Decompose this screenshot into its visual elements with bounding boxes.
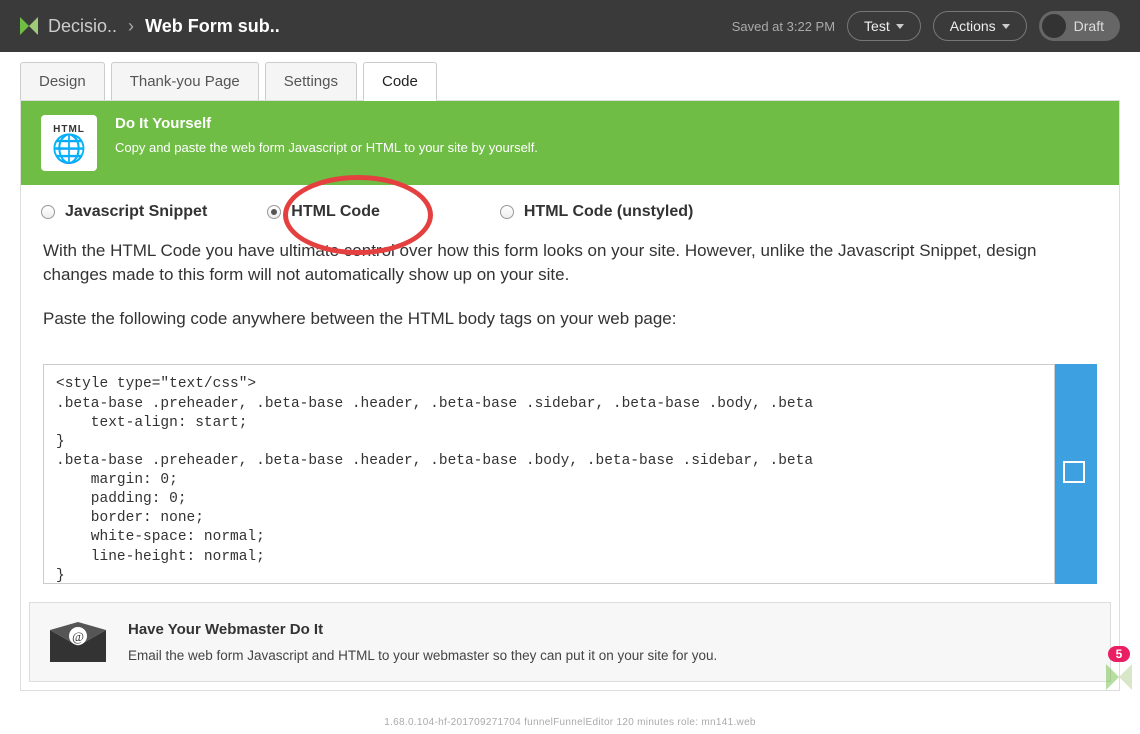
- tab-thank-you[interactable]: Thank-you Page: [111, 62, 259, 100]
- tabs: Design Thank-you Page Settings Code: [20, 62, 1120, 101]
- code-type-radios: Javascript Snippet HTML Code HTML Code (…: [21, 185, 1119, 225]
- saved-status: Saved at 3:22 PM: [732, 19, 835, 34]
- radio-javascript-snippet[interactable]: Javascript Snippet: [41, 203, 207, 221]
- actions-button[interactable]: Actions: [933, 11, 1027, 41]
- app-logo-icon: [20, 17, 38, 35]
- html-stamp-icon: HTML 🌐: [41, 115, 97, 171]
- copy-icon: [1067, 465, 1085, 483]
- chevron-down-icon: [896, 24, 904, 29]
- webmaster-panel[interactable]: @ Have Your Webmaster Do It Email the we…: [29, 602, 1111, 682]
- code-snippet-box[interactable]: <style type="text/css"> .beta-base .preh…: [43, 364, 1055, 584]
- code-area: <style type="text/css"> .beta-base .preh…: [43, 364, 1097, 584]
- breadcrumb-root[interactable]: Decisio..: [48, 16, 117, 36]
- radio-icon: [500, 205, 514, 219]
- breadcrumb-current: Web Form sub..: [145, 16, 280, 36]
- tab-design[interactable]: Design: [20, 62, 105, 100]
- tab-settings[interactable]: Settings: [265, 62, 357, 100]
- webmaster-text: Have Your Webmaster Do It Email the web …: [128, 621, 717, 663]
- notification-badge[interactable]: 5: [1106, 646, 1132, 690]
- description-paragraph-1: With the HTML Code you have ultimate con…: [43, 239, 1097, 287]
- content: Design Thank-you Page Settings Code HTML…: [0, 62, 1140, 711]
- app-leaf-icon: [1106, 664, 1132, 690]
- actions-button-label: Actions: [950, 18, 996, 34]
- svg-text:@: @: [72, 629, 84, 644]
- copy-code-button[interactable]: [1055, 364, 1097, 584]
- breadcrumb: Decisio.. › Web Form sub..: [48, 16, 280, 37]
- radio-label: HTML Code: [291, 203, 380, 221]
- description: With the HTML Code you have ultimate con…: [21, 225, 1119, 364]
- topbar-right: Saved at 3:22 PM Test Actions Draft: [732, 11, 1120, 41]
- webmaster-title: Have Your Webmaster Do It: [128, 621, 717, 638]
- webmaster-subtitle: Email the web form Javascript and HTML t…: [128, 648, 717, 663]
- footer-info: 1.68.0.104-hf-201709271704 funnelFunnelE…: [0, 711, 1140, 734]
- breadcrumb-separator: ›: [128, 16, 134, 36]
- banner-text: Do It Yourself Copy and paste the web fo…: [115, 115, 538, 155]
- draft-toggle[interactable]: Draft: [1039, 11, 1120, 41]
- diy-banner: HTML 🌐 Do It Yourself Copy and paste the…: [21, 101, 1119, 185]
- radio-html-code[interactable]: HTML Code: [267, 203, 380, 221]
- radio-icon: [267, 205, 281, 219]
- globe-icon: 🌐: [52, 135, 87, 163]
- banner-subtitle: Copy and paste the web form Javascript o…: [115, 140, 538, 155]
- radio-label: HTML Code (unstyled): [524, 203, 693, 221]
- chevron-down-icon: [1002, 24, 1010, 29]
- envelope-icon: @: [50, 622, 106, 662]
- draft-toggle-label: Draft: [1074, 18, 1104, 34]
- radio-html-code-unstyled[interactable]: HTML Code (unstyled): [500, 203, 693, 221]
- description-paragraph-2: Paste the following code anywhere betwee…: [43, 307, 1097, 331]
- test-button-label: Test: [864, 18, 890, 34]
- radio-icon: [41, 205, 55, 219]
- radio-label: Javascript Snippet: [65, 203, 207, 221]
- test-button[interactable]: Test: [847, 11, 921, 41]
- main-panel: HTML 🌐 Do It Yourself Copy and paste the…: [20, 101, 1120, 691]
- badge-count: 5: [1108, 646, 1131, 662]
- tab-code[interactable]: Code: [363, 62, 437, 101]
- banner-title: Do It Yourself: [115, 115, 538, 132]
- top-bar: Decisio.. › Web Form sub.. Saved at 3:22…: [0, 0, 1140, 52]
- toggle-knob-icon: [1042, 14, 1066, 38]
